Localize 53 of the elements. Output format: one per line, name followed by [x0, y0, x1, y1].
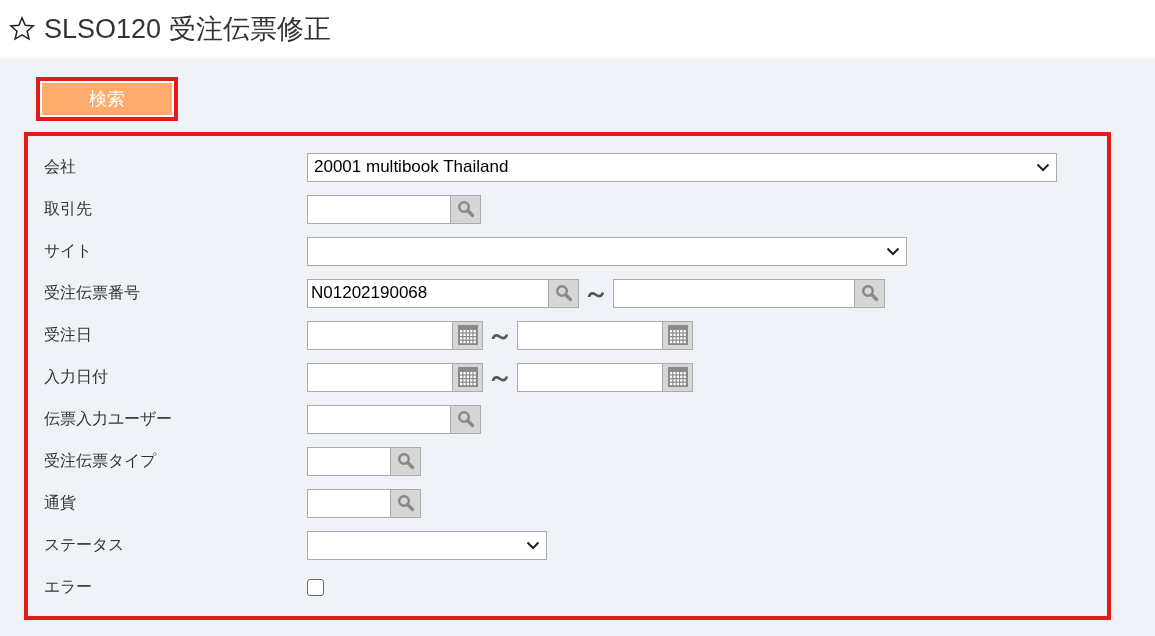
calendar-icon — [457, 325, 478, 345]
calendar-icon — [667, 325, 688, 345]
input-field[interactable] — [613, 278, 855, 308]
range-separator: ～ — [487, 360, 513, 394]
select-field[interactable]: 20001 multibook Thailand — [307, 152, 1057, 182]
date-field[interactable] — [307, 320, 453, 350]
date-field[interactable] — [517, 320, 663, 350]
field-label: 受注伝票番号 — [44, 283, 141, 303]
calendar-icon — [457, 367, 478, 387]
field-label: 取引先 — [44, 199, 93, 219]
calendar-button[interactable] — [453, 362, 483, 392]
search-icon — [456, 200, 475, 218]
chevron-down-icon — [1036, 162, 1050, 172]
calendar-icon — [667, 367, 688, 387]
chevron-down-icon — [886, 246, 900, 256]
input-field[interactable] — [307, 404, 451, 434]
input-field[interactable] — [307, 194, 451, 224]
search-icon — [456, 410, 475, 428]
star-icon[interactable] — [8, 15, 36, 43]
field-label: ステータス — [44, 535, 125, 555]
lookup-button[interactable] — [391, 488, 421, 518]
field-label: 伝票入力ユーザー — [44, 409, 173, 429]
lookup-button[interactable] — [549, 278, 579, 308]
lookup-button[interactable] — [855, 278, 885, 308]
search-icon — [860, 284, 879, 302]
field-label: サイト — [44, 241, 93, 261]
range-separator: ～ — [583, 276, 609, 310]
calendar-button[interactable] — [663, 362, 693, 392]
input-field[interactable] — [307, 446, 391, 476]
checkbox[interactable] — [307, 578, 324, 596]
select-field[interactable] — [307, 530, 547, 560]
calendar-button[interactable] — [663, 320, 693, 350]
lookup-button[interactable] — [451, 404, 481, 434]
page-title: SLSO120 受注伝票修正 — [44, 12, 331, 46]
date-field[interactable] — [307, 362, 453, 392]
field-label: エラー — [44, 577, 93, 597]
field-label: 入力日付 — [44, 367, 109, 387]
input-field[interactable]: N01202190068 — [307, 278, 549, 308]
chevron-down-icon — [526, 540, 540, 550]
field-label: 会社 — [44, 157, 77, 177]
field-label: 受注日 — [44, 325, 93, 345]
search-icon — [396, 452, 415, 470]
range-separator: ～ — [487, 318, 513, 352]
field-label: 通貨 — [44, 493, 77, 513]
lookup-button[interactable] — [451, 194, 481, 224]
search-icon — [396, 494, 415, 512]
lookup-button[interactable] — [391, 446, 421, 476]
input-field[interactable] — [307, 488, 391, 518]
field-label: 受注伝票タイプ — [44, 451, 158, 471]
search-icon — [554, 284, 573, 302]
date-field[interactable] — [517, 362, 663, 392]
calendar-button[interactable] — [453, 320, 483, 350]
select-field[interactable] — [307, 236, 907, 266]
